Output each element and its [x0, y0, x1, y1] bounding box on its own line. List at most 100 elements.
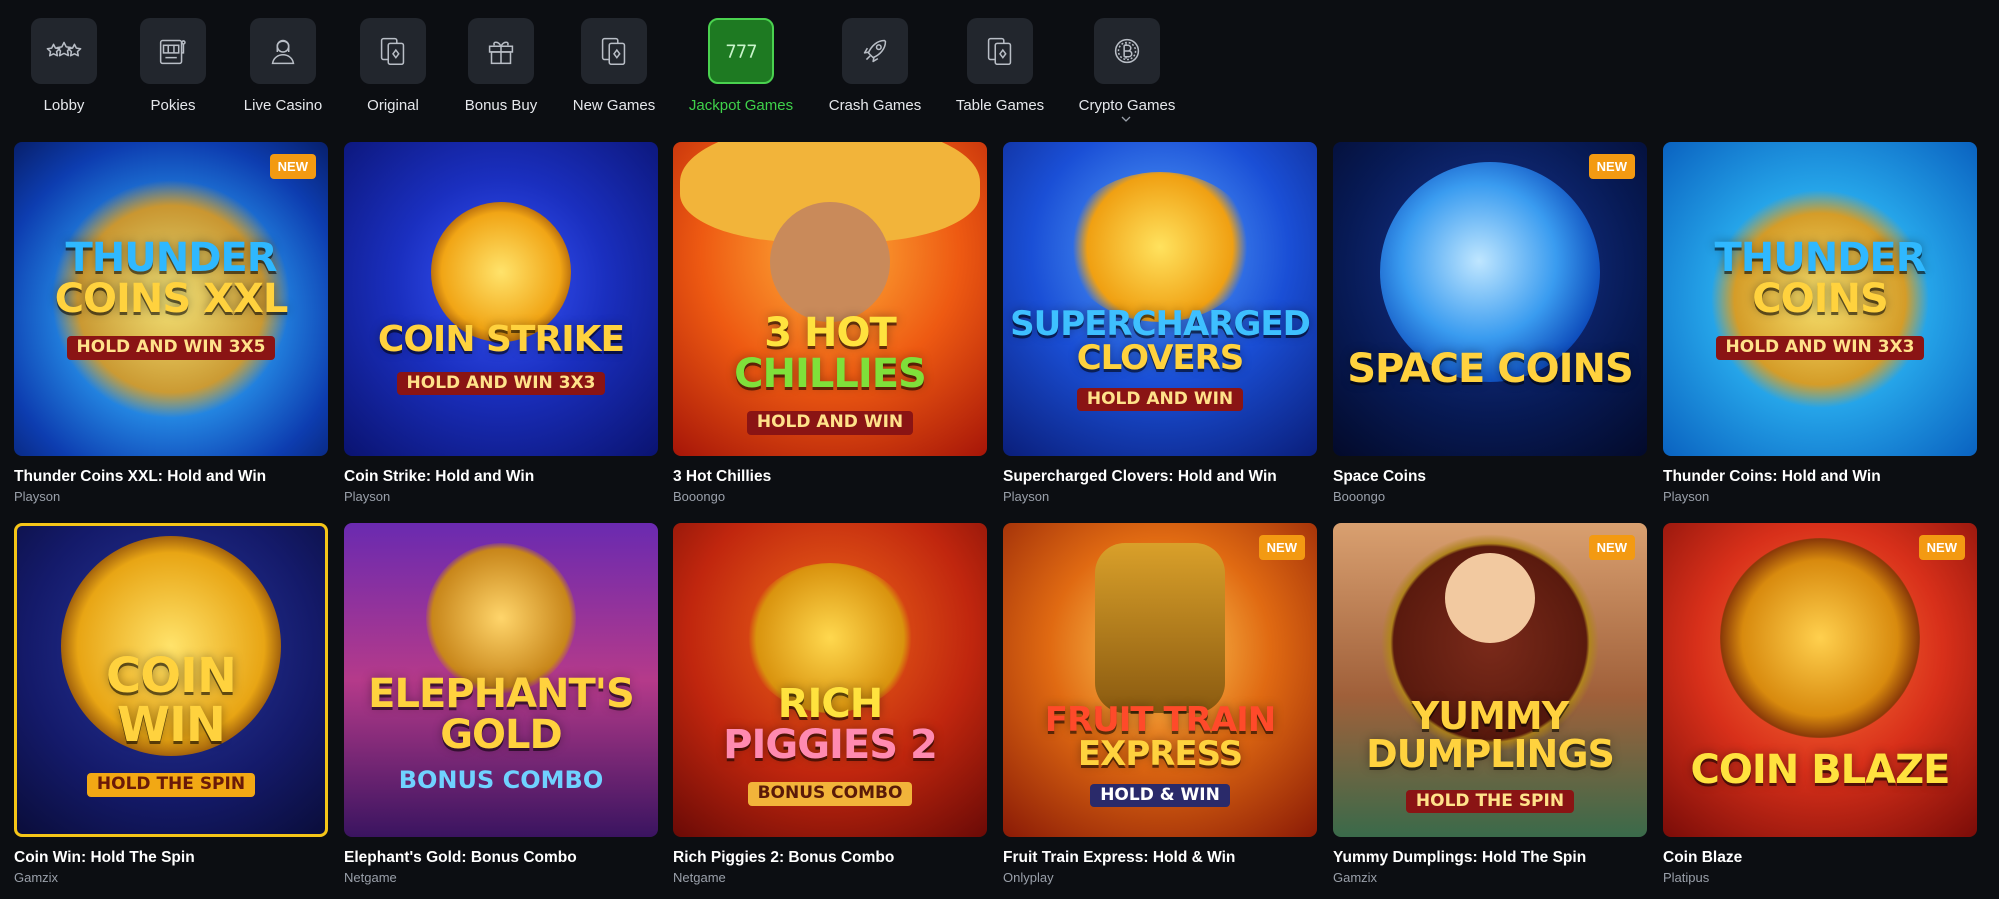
game-art-title: SPACE COINS: [1333, 348, 1647, 390]
game-thumbnail: COIN STRIKE HOLD AND WIN 3X3: [344, 142, 658, 456]
game-art-title: YUMMY DUMPLINGS HOLD THE SPIN: [1352, 696, 1628, 814]
game-card[interactable]: COIN BLAZE NEW Coin Blaze Platipus: [1663, 523, 1977, 885]
new-badge: NEW: [1588, 535, 1635, 560]
game-provider: Netgame: [344, 870, 397, 885]
nav-item-table-games[interactable]: Table Games: [935, 18, 1065, 114]
art-line: COINS: [1752, 275, 1889, 322]
art-line: COIN BLAZE: [1690, 746, 1951, 793]
game-thumbnail: COIN BLAZE NEW: [1663, 523, 1977, 837]
art-line: EXPRESS: [1077, 734, 1243, 775]
art-sub: HOLD AND WIN 3X5: [66, 336, 276, 360]
game-thumbnail: COIN WIN HOLD THE SPIN: [14, 523, 328, 837]
art-line: ELEPHANT'S: [368, 670, 635, 717]
game-title: Fruit Train Express: Hold & Win: [1003, 849, 1236, 866]
nav-label: Crash Games: [828, 97, 922, 114]
game-card[interactable]: FRUIT TRAIN EXPRESS HOLD & WIN NEW Fruit…: [1003, 523, 1317, 885]
game-title: Supercharged Clovers: Hold and Win: [1003, 468, 1277, 485]
art-line: WIN: [117, 696, 226, 753]
art-sub: HOLD AND WIN 3X3: [396, 372, 606, 396]
art-line: CHILLIES: [734, 350, 927, 397]
game-title: Coin Win: Hold The Spin: [14, 849, 195, 866]
nav-item-new-games[interactable]: New Games: [549, 18, 679, 114]
game-provider: Playson: [1663, 489, 1710, 504]
cards-icon: [967, 18, 1033, 84]
game-provider: Gamzix: [14, 870, 59, 885]
new-badge: NEW: [269, 154, 316, 179]
game-art-title: THUNDER COINS XXL HOLD AND WIN 3X5: [41, 234, 302, 360]
game-title: Coin Strike: Hold and Win: [344, 468, 535, 485]
gift-icon: [468, 18, 534, 84]
nav-item-jackpot-games[interactable]: Jackpot Games: [676, 18, 806, 114]
cards-icon: [581, 18, 647, 84]
nav-item-crash-games[interactable]: Crash Games: [810, 18, 940, 114]
rocket-icon: [842, 18, 908, 84]
art-line: COIN STRIKE: [377, 319, 625, 361]
777-icon: [708, 18, 774, 84]
game-thumbnail: THUNDER COINS XXL HOLD AND WIN 3X5 NEW: [14, 142, 328, 456]
game-provider: Playson: [14, 489, 61, 504]
game-title: Yummy Dumplings: Hold The Spin: [1333, 849, 1587, 866]
game-thumbnail: SUPERCHARGED CLOVERS HOLD AND WIN: [1003, 142, 1317, 456]
nav-item-bonus-buy[interactable]: Bonus Buy: [436, 18, 566, 114]
game-card[interactable]: RICH PIGGIES 2 BONUS COMBO Rich Piggies …: [673, 523, 987, 885]
game-thumbnail: 3 HOT CHILLIES HOLD AND WIN: [673, 142, 987, 456]
nav-label: New Games: [572, 97, 656, 114]
game-card[interactable]: THUNDER COINS XXL HOLD AND WIN 3X5 NEW T…: [14, 142, 328, 504]
art-sub: HOLD THE SPIN: [86, 773, 256, 797]
art-sub: HOLD & WIN: [1090, 784, 1230, 808]
game-art-title: COIN WIN HOLD THE SPIN: [73, 651, 269, 799]
category-nav: Lobby Pokies Live Casino Original Bonus …: [0, 0, 1999, 130]
game-provider: Gamzix: [1333, 870, 1378, 885]
game-card[interactable]: ELEPHANT'S GOLD BONUS COMBO Elephant's G…: [344, 523, 658, 885]
art-sub: HOLD AND WIN: [1076, 388, 1244, 412]
game-thumbnail: RICH PIGGIES 2 BONUS COMBO: [673, 523, 987, 837]
game-title: Thunder Coins: Hold and Win: [1663, 468, 1881, 485]
game-thumbnail: FRUIT TRAIN EXPRESS HOLD & WIN NEW: [1003, 523, 1317, 837]
game-art-title: ELEPHANT'S GOLD BONUS COMBO: [354, 670, 648, 796]
game-card[interactable]: COIN WIN HOLD THE SPIN Coin Win: Hold Th…: [14, 523, 328, 885]
game-thumbnail: YUMMY DUMPLINGS HOLD THE SPIN NEW: [1333, 523, 1647, 837]
stars-icon: [31, 18, 97, 84]
slot-machine-icon: [140, 18, 206, 84]
game-title: Space Coins: [1333, 468, 1427, 485]
game-art-title: COIN STRIKE HOLD AND WIN 3X3: [364, 319, 638, 396]
game-provider: Booongo: [1333, 489, 1386, 504]
nav-label: Table Games: [955, 97, 1045, 114]
art-line: FRUIT TRAIN: [1044, 699, 1276, 740]
nav-item-crypto-games[interactable]: Crypto Games: [1062, 18, 1192, 122]
new-badge: NEW: [1918, 535, 1965, 560]
nav-label: Jackpot Games: [688, 97, 794, 114]
game-card[interactable]: SUPERCHARGED CLOVERS HOLD AND WIN Superc…: [1003, 142, 1317, 504]
art-sub: HOLD THE SPIN: [1405, 790, 1575, 814]
game-card[interactable]: THUNDER COINS HOLD AND WIN 3X3 Thunder C…: [1663, 142, 1977, 504]
game-card[interactable]: YUMMY DUMPLINGS HOLD THE SPIN NEW Yummy …: [1333, 523, 1647, 885]
game-thumbnail: THUNDER COINS HOLD AND WIN 3X3: [1663, 142, 1977, 456]
game-provider: Netgame: [673, 870, 726, 885]
nav-label: Crypto Games: [1078, 97, 1176, 114]
game-art-title: SUPERCHARGED CLOVERS HOLD AND WIN: [1003, 306, 1317, 412]
new-badge: NEW: [1258, 535, 1305, 560]
art-sub: HOLD AND WIN: [746, 411, 914, 435]
game-art-title: 3 HOT CHILLIES HOLD AND WIN: [720, 309, 940, 435]
art-line: PIGGIES 2: [723, 721, 938, 768]
game-title: Thunder Coins XXL: Hold and Win: [14, 468, 267, 485]
game-card[interactable]: SPACE COINS NEW Space Coins Booongo: [1333, 142, 1647, 504]
bitcoin-icon: [1094, 18, 1160, 84]
art-sub: BONUS COMBO: [398, 766, 604, 795]
art-line: GOLD: [440, 711, 563, 758]
game-provider: Playson: [1003, 489, 1050, 504]
game-art-title: THUNDER COINS HOLD AND WIN 3X3: [1700, 237, 1939, 360]
game-provider: Booongo: [673, 489, 726, 504]
game-title: Rich Piggies 2: Bonus Combo: [673, 849, 895, 866]
game-art-title: RICH PIGGIES 2 BONUS COMBO: [709, 683, 951, 806]
art-line: CLOVERS: [1076, 338, 1245, 379]
art-line: 3 HOT: [764, 309, 897, 356]
game-art-title: FRUIT TRAIN EXPRESS HOLD & WIN: [1031, 699, 1290, 808]
new-badge: NEW: [1588, 154, 1635, 179]
game-card[interactable]: 3 HOT CHILLIES HOLD AND WIN 3 Hot Chilli…: [673, 142, 987, 504]
dealer-icon: [250, 18, 316, 84]
game-thumbnail: SPACE COINS NEW: [1333, 142, 1647, 456]
game-card[interactable]: COIN STRIKE HOLD AND WIN 3X3 Coin Strike…: [344, 142, 658, 504]
game-title: Elephant's Gold: Bonus Combo: [344, 849, 577, 866]
art-line: THUNDER: [65, 234, 277, 281]
